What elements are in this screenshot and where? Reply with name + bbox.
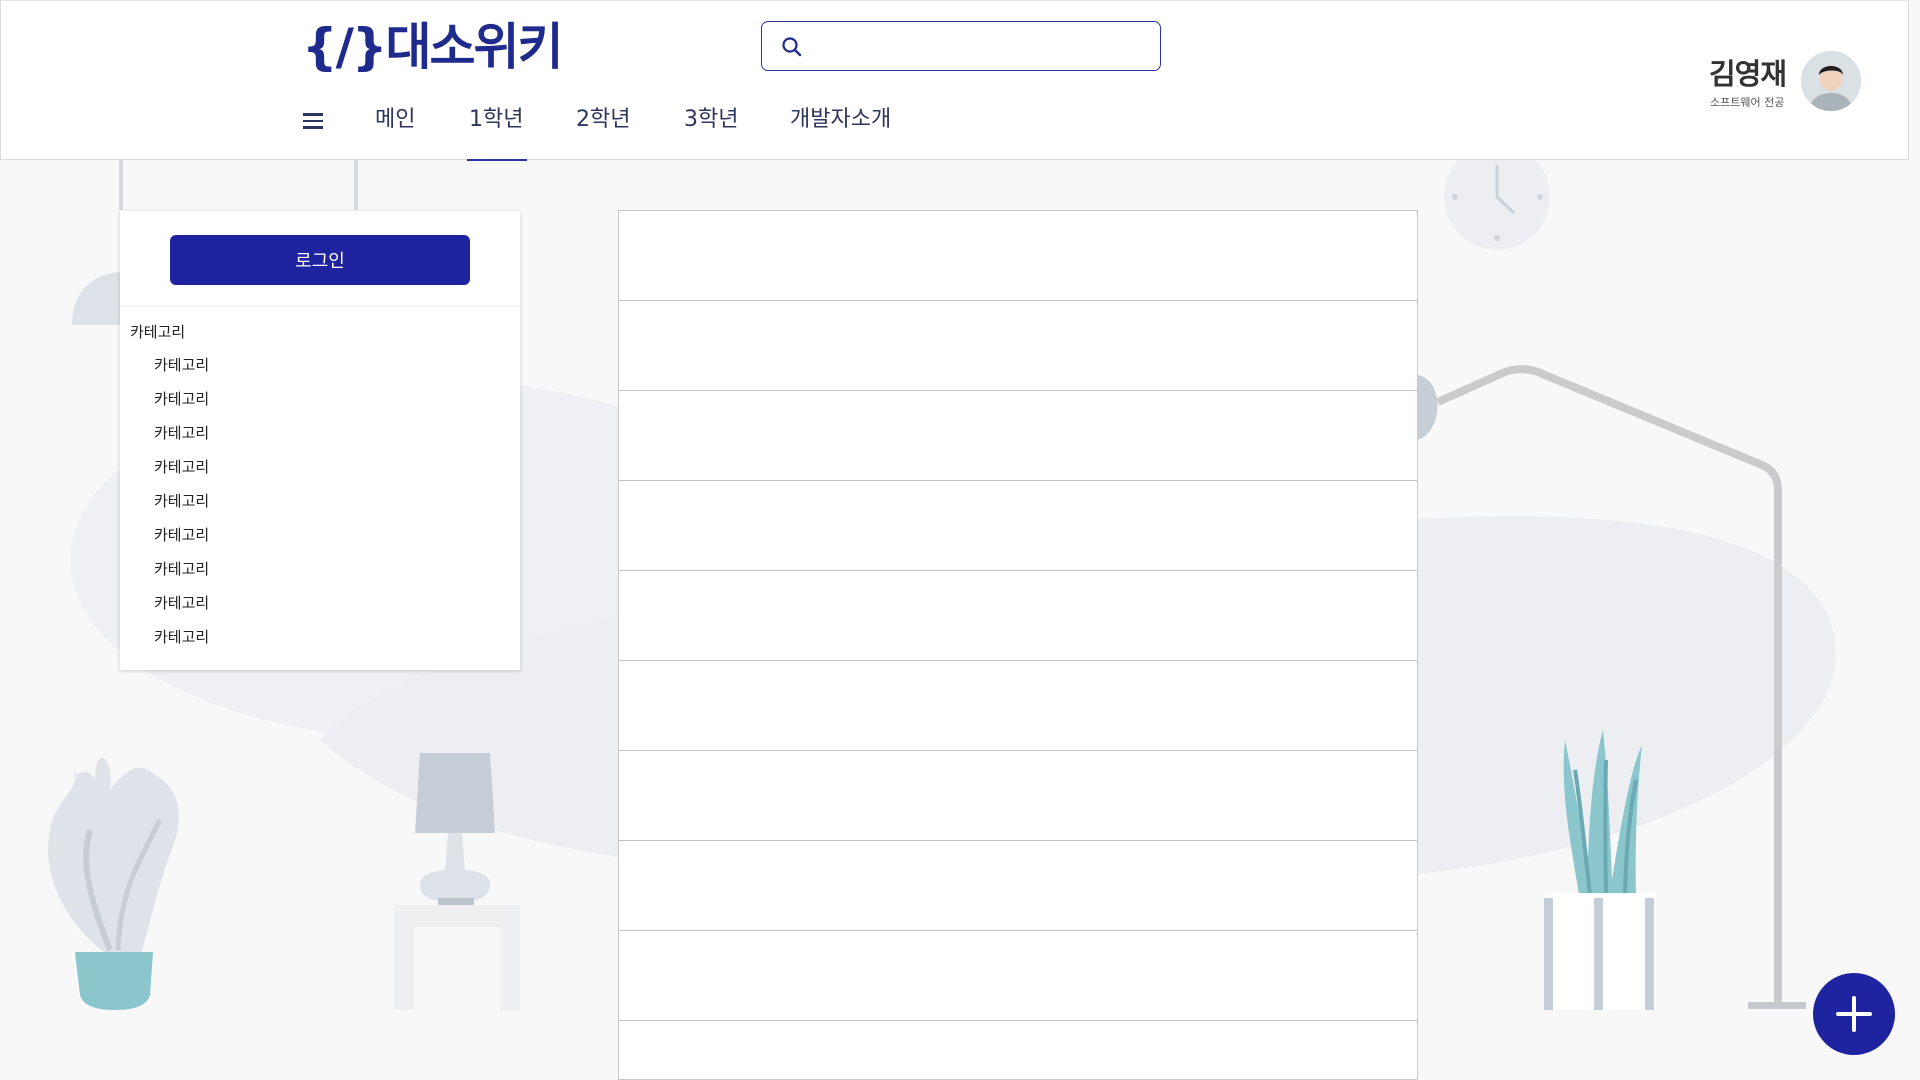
add-post-button[interactable] [1813,973,1895,1055]
list-item[interactable] [619,751,1417,841]
avatar-image [1801,51,1861,111]
sidebar: 로그인 카테고리 카테고리 카테고리 카테고리 카테고리 카테고리 카테고리 카… [120,211,520,670]
list-item[interactable] [619,391,1417,481]
list-item[interactable] [619,1021,1417,1079]
list-item[interactable] [619,481,1417,571]
list-item[interactable] [619,211,1417,301]
category-item[interactable]: 카테고리 [154,457,209,491]
site-logo[interactable]: {/}대소위키 [302,15,563,79]
profile-subtitle: 소프트웨어 전공 [1710,96,1785,109]
category-item[interactable]: 카테고리 [154,627,209,661]
nav-item-grade-2[interactable]: 2학년 [576,101,630,161]
category-item[interactable]: 카테고리 [154,423,209,457]
nav-item-developer-intro[interactable]: 개발자소개 [790,101,891,161]
login-section: 로그인 [120,211,520,307]
list-item[interactable] [619,571,1417,661]
hamburger-menu-icon[interactable] [303,113,323,129]
category-item[interactable]: 카테고리 [154,525,209,559]
search-icon[interactable] [780,35,804,59]
category-list: 카테고리 카테고리 카테고리 카테고리 카테고리 카테고리 카테고리 카테고리 … [154,355,209,661]
login-button[interactable]: 로그인 [170,235,470,285]
nav-item-main[interactable]: 메인 [375,101,415,161]
category-item[interactable]: 카테고리 [154,355,209,389]
post-list [618,210,1418,1080]
search-box[interactable] [761,21,1161,71]
category-root[interactable]: 카테고리 [130,321,185,342]
category-item[interactable]: 카테고리 [154,593,209,627]
list-item[interactable] [619,841,1417,931]
top-header: {/}대소위키 메인 1학년 2학년 3학년 개발자소개 김영재 소프트웨어 전… [0,0,1909,161]
nav-item-grade-1[interactable]: 1학년 [466,101,529,161]
category-item[interactable]: 카테고리 [154,389,209,423]
nav-item-grade-3[interactable]: 3학년 [684,101,738,161]
category-item[interactable]: 카테고리 [154,491,209,525]
search-input[interactable] [814,30,1144,62]
plus-icon [1836,996,1872,1032]
avatar[interactable] [1801,51,1861,111]
list-item[interactable] [619,301,1417,391]
category-item[interactable]: 카테고리 [154,559,209,593]
list-item[interactable] [619,661,1417,751]
list-item[interactable] [619,931,1417,1021]
profile-name[interactable]: 김영재 [1709,51,1787,93]
